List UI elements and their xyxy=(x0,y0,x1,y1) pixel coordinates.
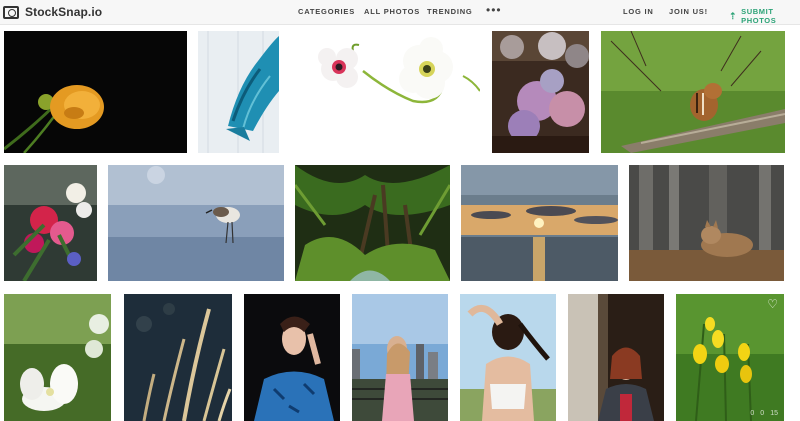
top-navbar: StockSnap.io CATEGORIES ALL PHOTOS TREND… xyxy=(0,0,800,25)
photo-image xyxy=(198,31,279,153)
photo-woman-hair[interactable] xyxy=(460,294,556,421)
photo-image xyxy=(629,165,784,281)
photo-image xyxy=(293,31,480,153)
photo-image xyxy=(4,31,187,153)
photo-white-flower[interactable] xyxy=(4,294,111,421)
photo-woman-city[interactable] xyxy=(352,294,448,421)
photo-image xyxy=(460,294,556,421)
photo-image xyxy=(601,31,785,153)
photo-golden-grass[interactable] xyxy=(124,294,232,421)
photo-image xyxy=(4,165,97,281)
photo-image xyxy=(568,294,664,421)
photo-bouquet[interactable] xyxy=(4,165,97,281)
submit-photos-label: SUBMIT PHOTOS xyxy=(741,7,777,25)
camera-icon xyxy=(3,5,19,19)
downloads-count: 15 xyxy=(770,410,778,417)
brand-logo[interactable]: StockSnap.io xyxy=(3,3,102,21)
upload-icon: ⇡ xyxy=(729,11,738,21)
photo-orange-flower[interactable] xyxy=(4,31,187,153)
photo-jungle[interactable] xyxy=(295,165,450,281)
brand-name: StockSnap.io xyxy=(25,5,103,19)
photo-woman-window[interactable] xyxy=(568,294,664,421)
more-menu-button[interactable]: ••• xyxy=(486,4,502,16)
photo-yellow-flowers[interactable]: ♡ 0 0 15 xyxy=(676,294,784,421)
photo-sandpiper[interactable] xyxy=(108,165,284,281)
photo-anemones[interactable] xyxy=(293,31,480,153)
photo-image xyxy=(124,294,232,421)
nav-categories[interactable]: CATEGORIES xyxy=(298,7,355,16)
photo-chipmunk[interactable] xyxy=(601,31,785,153)
photo-woman-blue-shirt[interactable] xyxy=(244,294,340,421)
login-link[interactable]: LOG IN xyxy=(623,7,654,16)
photo-image xyxy=(295,165,450,281)
photo-coyote[interactable] xyxy=(629,165,784,281)
photo-image xyxy=(676,294,784,421)
photo-image xyxy=(461,165,618,281)
join-link[interactable]: JOIN US! xyxy=(669,7,708,16)
photo-sea-sunset[interactable] xyxy=(461,165,618,281)
likes-count: 0 xyxy=(760,410,765,417)
nav-all-photos[interactable]: ALL PHOTOS xyxy=(364,7,420,16)
photo-image xyxy=(352,294,448,421)
like-heart-icon[interactable]: ♡ xyxy=(767,298,778,310)
photo-image xyxy=(4,294,111,421)
photo-blue-scarf[interactable] xyxy=(198,31,279,153)
photo-stats: 0 0 15 xyxy=(750,410,778,417)
photo-image xyxy=(492,31,589,153)
photo-hydrangeas[interactable] xyxy=(492,31,589,153)
submit-photos-button[interactable]: ⇡ SUBMIT PHOTOS xyxy=(729,7,800,25)
views-count: 0 xyxy=(750,410,755,417)
photo-image xyxy=(244,294,340,421)
photo-image xyxy=(108,165,284,281)
nav-trending[interactable]: TRENDING xyxy=(427,7,473,16)
